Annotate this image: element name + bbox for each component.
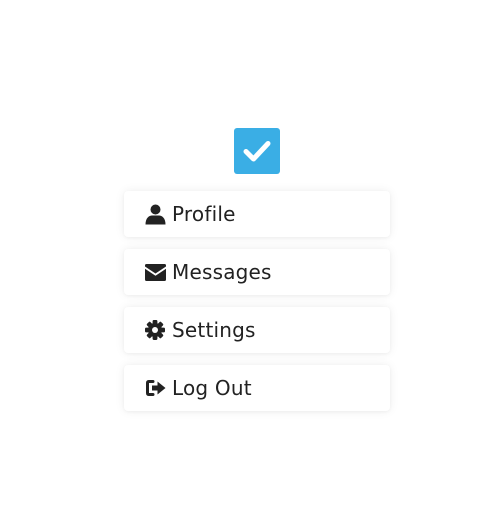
menu-item-label: Settings xyxy=(172,318,256,342)
menu-item-messages[interactable]: Messages xyxy=(124,249,390,295)
menu-item-label: Log Out xyxy=(172,376,252,400)
dropdown-menu: Profile Messages Settings Log Out xyxy=(124,191,390,423)
page: Profile Messages Settings Log Out xyxy=(0,0,496,528)
menu-toggle-checkbox[interactable] xyxy=(234,128,280,174)
menu-item-settings[interactable]: Settings xyxy=(124,307,390,353)
menu-item-log-out[interactable]: Log Out xyxy=(124,365,390,411)
check-icon xyxy=(243,141,271,162)
sign-out-icon xyxy=(145,377,167,399)
menu-item-label: Messages xyxy=(172,260,272,284)
envelope-icon xyxy=(145,261,167,283)
menu-item-profile[interactable]: Profile xyxy=(124,191,390,237)
gear-icon xyxy=(145,319,167,341)
menu-item-label: Profile xyxy=(172,202,236,226)
user-icon xyxy=(145,203,167,225)
